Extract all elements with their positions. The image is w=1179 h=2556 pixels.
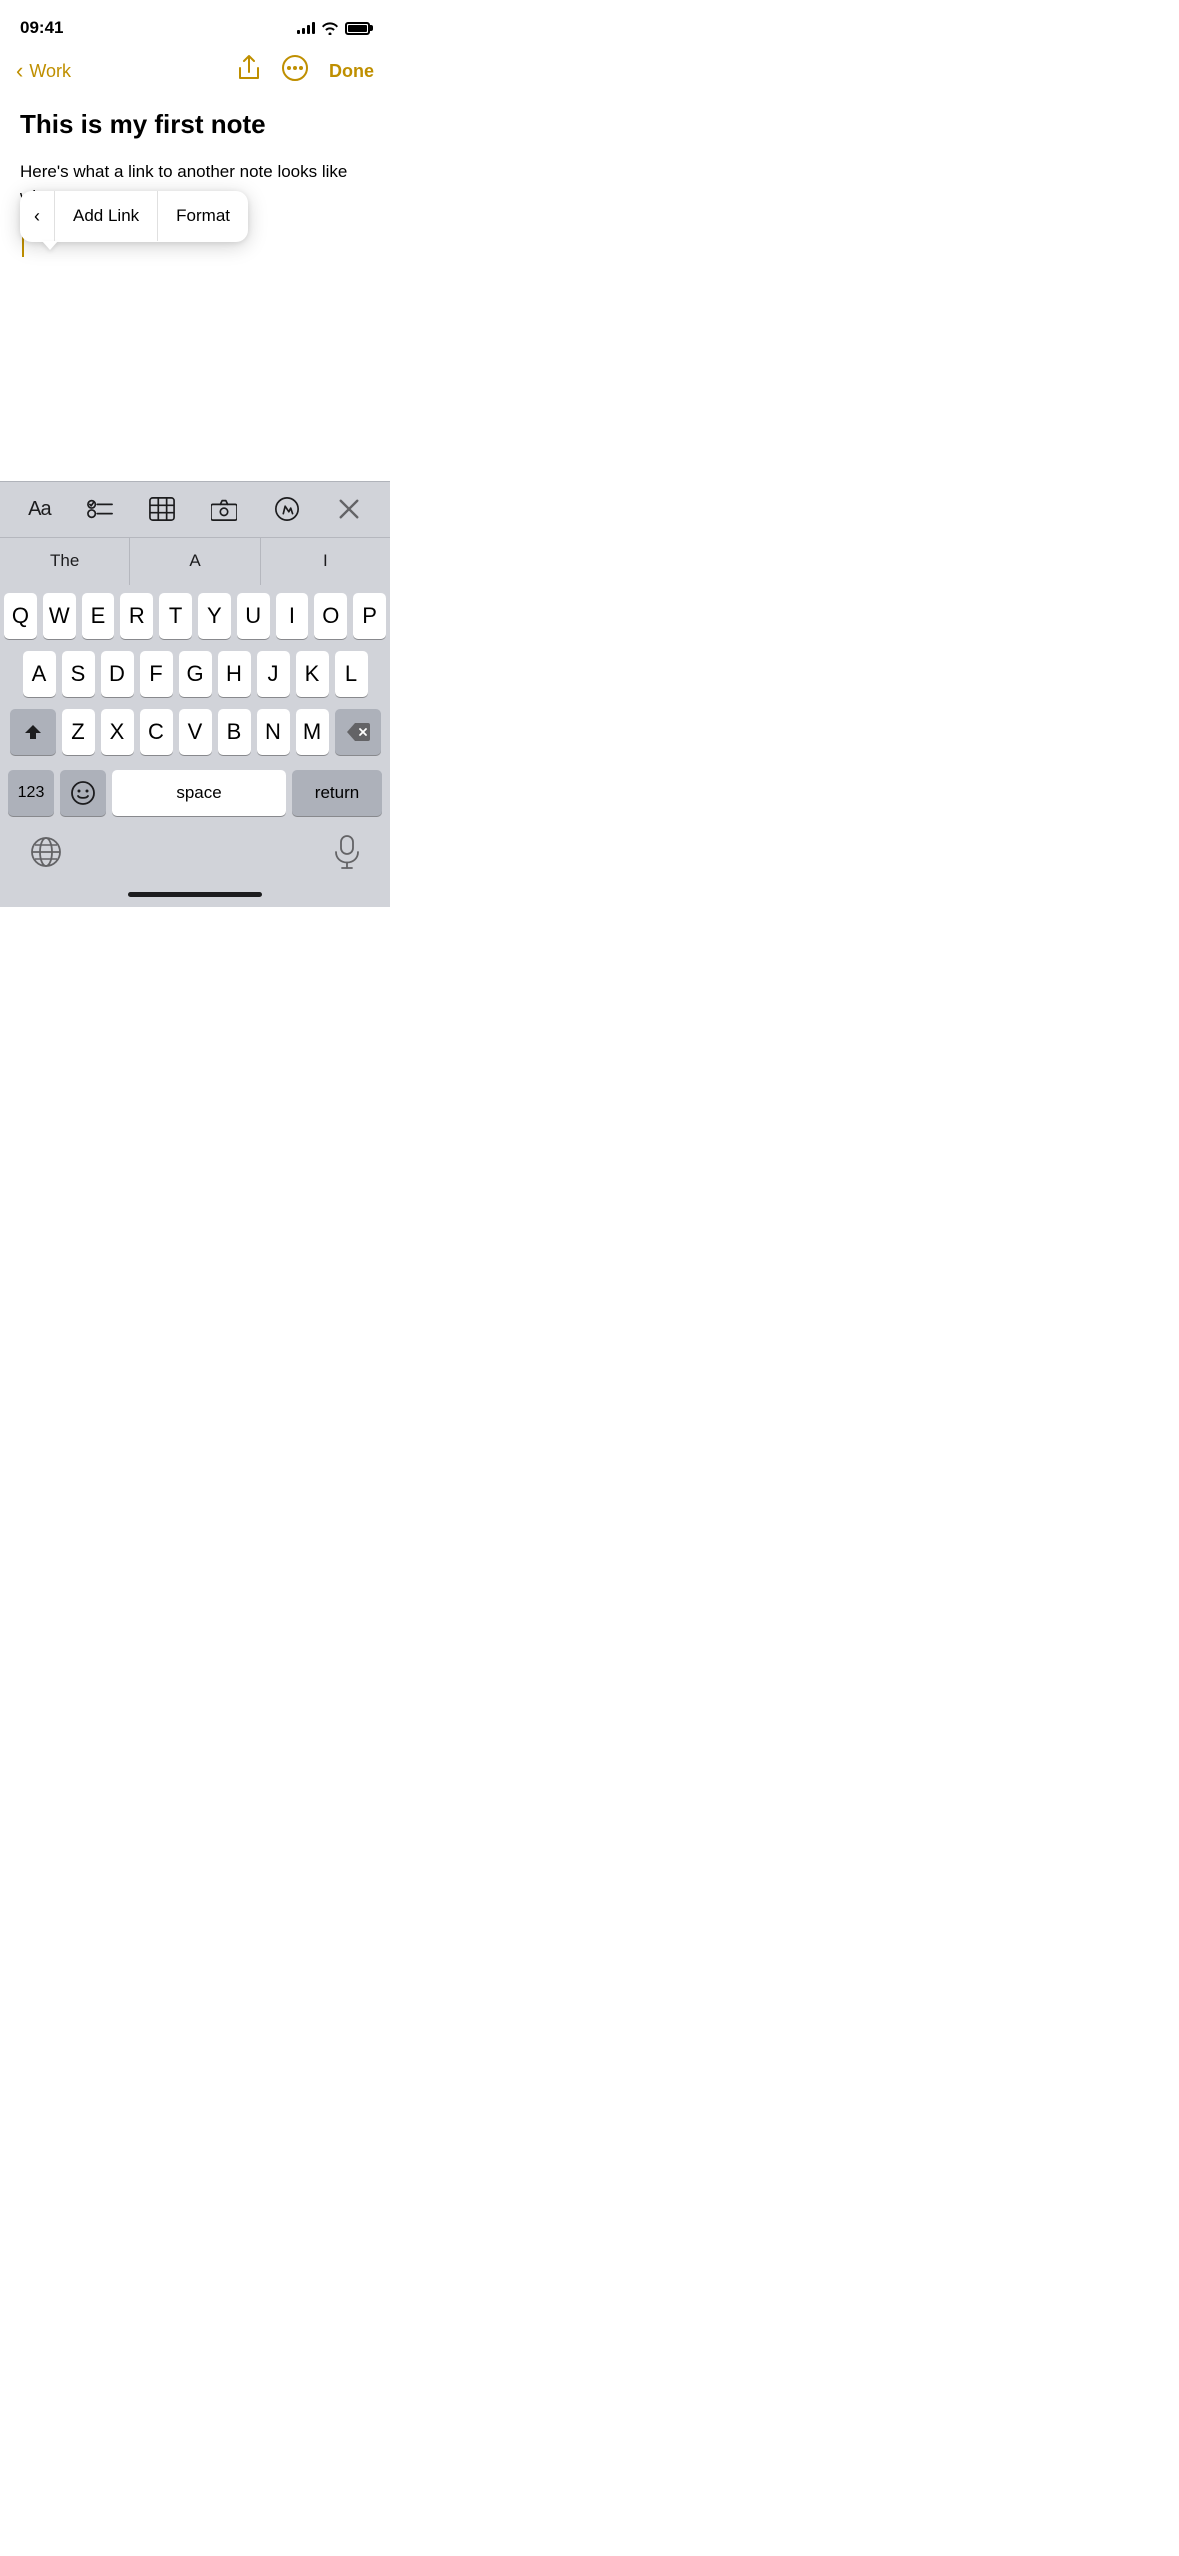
- bottom-icons-row: [0, 827, 390, 888]
- back-button[interactable]: ‹ Work: [16, 58, 71, 84]
- key-p[interactable]: P: [353, 593, 386, 639]
- key-s[interactable]: S: [62, 651, 95, 697]
- popup-back-icon: ‹: [34, 203, 40, 230]
- wifi-icon: [321, 21, 339, 35]
- keyboard-toolbar: Aa: [0, 481, 390, 537]
- status-time: 09:41: [20, 18, 63, 38]
- key-n[interactable]: N: [257, 709, 290, 755]
- context-menu: ‹ Add Link Format: [20, 191, 248, 242]
- microphone-button[interactable]: [334, 835, 360, 874]
- table-button[interactable]: [149, 496, 175, 522]
- keyboard-row-2: A S D F G H J K L: [4, 651, 386, 697]
- suggestion-i[interactable]: I: [260, 538, 390, 585]
- delete-icon: [346, 723, 370, 741]
- key-y[interactable]: Y: [198, 593, 231, 639]
- key-b[interactable]: B: [218, 709, 251, 755]
- note-title: This is my first note: [20, 108, 370, 141]
- keyboard-row-4: 123 space return: [4, 767, 386, 823]
- battery-icon: [345, 22, 370, 35]
- nav-actions: Done: [237, 54, 374, 88]
- key-l[interactable]: L: [335, 651, 368, 697]
- home-indicator-area: [0, 888, 390, 907]
- return-key[interactable]: return: [292, 770, 382, 816]
- key-w[interactable]: W: [43, 593, 76, 639]
- markup-button[interactable]: [274, 496, 300, 522]
- key-x[interactable]: X: [101, 709, 134, 755]
- key-a[interactable]: A: [23, 651, 56, 697]
- add-link-button[interactable]: Add Link: [55, 191, 157, 241]
- key-j[interactable]: J: [257, 651, 290, 697]
- keyboard-row-1: Q W E R T Y U I O P: [4, 593, 386, 639]
- shift-icon: [23, 722, 43, 742]
- numbers-key[interactable]: 123: [8, 770, 54, 816]
- done-button[interactable]: Done: [329, 61, 374, 82]
- aa-label: Aa: [28, 498, 50, 521]
- more-options-button[interactable]: [281, 54, 309, 88]
- delete-key[interactable]: [335, 709, 381, 755]
- camera-button[interactable]: [211, 496, 237, 522]
- home-bar: [128, 892, 262, 897]
- close-icon: [336, 496, 362, 522]
- key-f[interactable]: F: [140, 651, 173, 697]
- key-e[interactable]: E: [82, 593, 115, 639]
- keyboard: Q W E R T Y U I O P A S D F G H J K L Z …: [0, 585, 390, 827]
- suggestions-bar: The A I: [0, 537, 390, 585]
- key-k[interactable]: K: [296, 651, 329, 697]
- note-spacer: [0, 261, 390, 481]
- key-q[interactable]: Q: [4, 593, 37, 639]
- suggestion-the[interactable]: The: [0, 538, 129, 585]
- suggestion-a[interactable]: A: [129, 538, 259, 585]
- key-m[interactable]: M: [296, 709, 329, 755]
- suggestion-i-text: I: [323, 551, 328, 571]
- key-r[interactable]: R: [120, 593, 153, 639]
- format-button[interactable]: Format: [157, 191, 248, 241]
- status-icons: [297, 21, 370, 35]
- format-text-button[interactable]: Aa: [28, 498, 50, 521]
- globe-button[interactable]: [30, 836, 62, 873]
- emoji-icon: [70, 780, 96, 806]
- camera-icon: [211, 496, 237, 522]
- note-area: This is my first note Here's what a link…: [0, 100, 390, 261]
- note-body[interactable]: Here's what a link to another note looks…: [20, 159, 370, 261]
- share-button[interactable]: [237, 54, 261, 88]
- suggestion-the-text: The: [50, 551, 79, 571]
- table-icon: [149, 496, 175, 522]
- key-v[interactable]: V: [179, 709, 212, 755]
- key-t[interactable]: T: [159, 593, 192, 639]
- microphone-icon: [334, 835, 360, 869]
- key-o[interactable]: O: [314, 593, 347, 639]
- key-c[interactable]: C: [140, 709, 173, 755]
- popup-back-button[interactable]: ‹: [20, 191, 55, 242]
- markup-icon: [274, 496, 300, 522]
- nav-bar: ‹ Work Done: [0, 50, 390, 100]
- dismiss-keyboard-button[interactable]: [336, 496, 362, 522]
- back-chevron-icon: ‹: [16, 58, 23, 84]
- key-d[interactable]: D: [101, 651, 134, 697]
- keyboard-row-3: Z X C V B N M: [4, 709, 386, 755]
- key-u[interactable]: U: [237, 593, 270, 639]
- emoji-key[interactable]: [60, 770, 106, 816]
- status-bar: 09:41: [0, 0, 390, 50]
- key-h[interactable]: H: [218, 651, 251, 697]
- shift-key[interactable]: [10, 709, 56, 755]
- key-g[interactable]: G: [179, 651, 212, 697]
- suggestion-a-text: A: [189, 551, 200, 571]
- space-key[interactable]: space: [112, 770, 286, 816]
- key-i[interactable]: I: [276, 593, 309, 639]
- key-z[interactable]: Z: [62, 709, 95, 755]
- checklist-button[interactable]: [87, 496, 113, 522]
- globe-icon: [30, 836, 62, 868]
- signal-icon: [297, 22, 315, 34]
- checklist-icon: [87, 496, 113, 522]
- back-label: Work: [29, 61, 71, 82]
